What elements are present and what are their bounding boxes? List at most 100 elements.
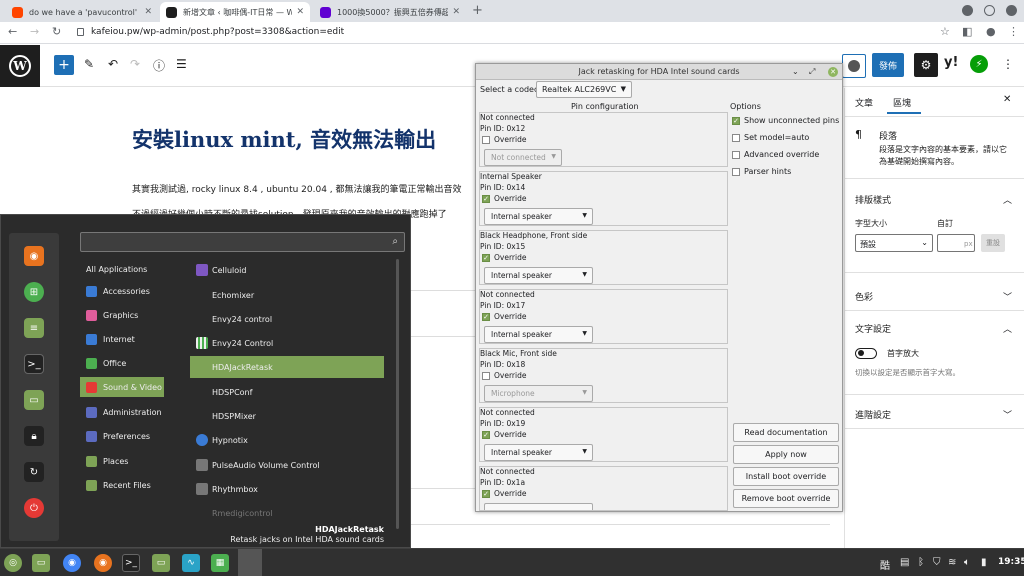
- volume-icon[interactable]: 🔈︎: [964, 557, 970, 568]
- install-boot-override-button[interactable]: Install boot override: [733, 467, 839, 486]
- apply-now-button[interactable]: Apply now: [733, 445, 839, 464]
- pin-function-select[interactable]: Internal speaker ▼: [484, 326, 593, 343]
- category-accessories[interactable]: Accessories: [80, 281, 164, 301]
- pencil-icon[interactable]: ✎: [84, 57, 94, 71]
- app-echomixer[interactable]: Echomixer: [190, 284, 384, 306]
- category-sound-video[interactable]: Sound & Video: [80, 377, 164, 397]
- close-icon[interactable]: ✕: [296, 7, 304, 17]
- more-options-icon[interactable]: ⋮: [1002, 57, 1014, 71]
- pin-function-select[interactable]: Internal speaker ▼: [484, 444, 593, 461]
- chevron-up-icon[interactable]: ︿: [1003, 193, 1012, 206]
- override-checkbox[interactable]: ✓ Override: [482, 312, 526, 321]
- option-show-unconnected[interactable]: ✓ Show unconnected pins: [732, 116, 839, 125]
- jetpack-icon[interactable]: ⚡: [970, 55, 988, 73]
- add-block-button[interactable]: +: [54, 55, 74, 75]
- spreadsheet-icon[interactable]: ▦: [211, 554, 229, 572]
- lock-screen-icon[interactable]: 🔒︎: [24, 426, 44, 446]
- chevron-down-icon[interactable]: ﹀: [1003, 290, 1012, 303]
- firefox-icon[interactable]: ◉: [94, 554, 112, 572]
- app-hdajackretask[interactable]: HDAJackRetask: [190, 356, 384, 378]
- battery-icon[interactable]: ▮: [981, 557, 987, 568]
- override-checkbox[interactable]: Override: [482, 371, 526, 380]
- category-internet[interactable]: Internet: [80, 329, 164, 349]
- app-hypnotix[interactable]: Hypnotix: [190, 429, 384, 451]
- info-icon[interactable]: ⓘ: [153, 57, 165, 74]
- wifi-icon[interactable]: ≋: [948, 557, 956, 568]
- override-checkbox[interactable]: ✓ Override: [482, 194, 526, 203]
- terminal-icon[interactable]: >_: [24, 354, 44, 374]
- settings-gear-icon[interactable]: ⚙: [914, 53, 938, 77]
- override-checkbox[interactable]: ✓ Override: [482, 430, 526, 439]
- close-icon[interactable]: ✕: [144, 7, 152, 17]
- menu-search-input[interactable]: ⌕: [80, 232, 405, 252]
- option-set-model-auto[interactable]: Set model=auto: [732, 133, 809, 142]
- pin-function-select[interactable]: Microphone ▼: [484, 385, 593, 402]
- pin-function-select[interactable]: [484, 503, 593, 510]
- browser-tab[interactable]: 1000換5000？振興五倍券傳超 ✕: [314, 2, 466, 22]
- category-office[interactable]: Office: [80, 353, 164, 373]
- extension-icon[interactable]: ◧: [962, 25, 972, 38]
- close-icon[interactable]: ✕: [828, 67, 838, 77]
- save-draft-button[interactable]: [842, 54, 866, 78]
- codec-select[interactable]: Realtek ALC269VC ▼: [536, 81, 632, 98]
- panel-typography[interactable]: 排版樣式: [855, 193, 891, 206]
- undo-icon[interactable]: ↶: [108, 57, 118, 71]
- lock-icon[interactable]: [77, 28, 84, 36]
- close-window-icon[interactable]: [1006, 5, 1017, 16]
- app-envy24-control-2[interactable]: Envy24 Control: [190, 332, 384, 354]
- app-hdspconf[interactable]: HDSPConf: [190, 381, 384, 403]
- clock[interactable]: 19:35: [998, 557, 1024, 567]
- category-recent-files[interactable]: Recent Files: [80, 475, 164, 495]
- firefox-icon[interactable]: ◉: [24, 246, 44, 266]
- drop-cap-toggle[interactable]: [855, 348, 877, 359]
- files-icon[interactable]: ▭: [152, 554, 170, 572]
- back-icon[interactable]: ←: [8, 25, 17, 38]
- settings-icon[interactable]: ≡: [24, 318, 44, 338]
- override-checkbox[interactable]: Override: [482, 135, 526, 144]
- read-documentation-button[interactable]: Read documentation: [733, 423, 839, 442]
- logout-icon[interactable]: ↻: [24, 462, 44, 482]
- bluetooth-icon[interactable]: ᛒ: [918, 557, 924, 568]
- app-rmedigicontrol[interactable]: Rmedigicontrol: [190, 502, 384, 524]
- post-title[interactable]: 安裝linux mint, 音效無法輸出: [132, 124, 436, 154]
- window-titlebar[interactable]: Jack retasking for HDA Intel sound cards…: [476, 64, 842, 80]
- new-tab-button[interactable]: +: [472, 3, 483, 18]
- category-all-applications[interactable]: All Applications: [80, 259, 164, 279]
- files-icon[interactable]: ▭: [24, 390, 44, 410]
- minimize-icon[interactable]: ⌄: [792, 67, 799, 76]
- tab-document[interactable]: 文章: [855, 96, 873, 109]
- app-pulseaudio-volume-control[interactable]: PulseAudio Volume Control: [190, 454, 384, 476]
- category-graphics[interactable]: Graphics: [80, 305, 164, 325]
- app-celluloid[interactable]: Celluloid: [190, 259, 384, 281]
- custom-size-input[interactable]: px: [937, 234, 975, 252]
- chrome-icon[interactable]: ◉: [63, 554, 81, 572]
- panel-text-settings[interactable]: 文字設定: [855, 322, 891, 335]
- pin-function-select[interactable]: Internal speaker ▼: [484, 208, 593, 225]
- category-preferences[interactable]: Preferences: [80, 426, 164, 446]
- option-advanced-override[interactable]: Advanced override: [732, 150, 819, 159]
- power-icon[interactable]: ⏻: [24, 498, 44, 518]
- app-envy24-control[interactable]: Envy24 control: [190, 308, 384, 330]
- pin-function-select[interactable]: Not connected ▼: [484, 149, 562, 166]
- url-field[interactable]: kafeiou.pw/wp-admin/post.php?post=3308&a…: [91, 27, 344, 37]
- tab-block[interactable]: 區塊: [893, 96, 911, 109]
- category-administration[interactable]: Administration: [80, 402, 164, 422]
- maximize-icon[interactable]: ⤢: [809, 67, 815, 77]
- panel-advanced[interactable]: 進階設定: [855, 408, 891, 421]
- browser-tab-active[interactable]: 新增文章 ‹ 咖啡偶-IT日常 — W ✕: [160, 2, 310, 22]
- panel-color[interactable]: 色彩: [855, 290, 873, 303]
- browser-menu-icon[interactable]: ⋮: [1008, 25, 1019, 38]
- close-sidebar-icon[interactable]: ✕: [1003, 94, 1011, 105]
- remove-boot-override-button[interactable]: Remove boot override: [733, 489, 839, 508]
- font-size-select[interactable]: 預設 ⌄: [855, 234, 933, 252]
- keyboard-icon[interactable]: ▤: [900, 557, 909, 568]
- chevron-up-icon[interactable]: ︿: [1003, 322, 1012, 335]
- redo-icon[interactable]: ↷: [130, 57, 140, 71]
- override-checkbox[interactable]: ✓ Override: [482, 489, 526, 498]
- mint-menu-icon[interactable]: ◎: [4, 554, 22, 572]
- profile-icon[interactable]: ●: [986, 25, 996, 38]
- running-app-icon[interactable]: [238, 549, 262, 576]
- category-places[interactable]: Places: [80, 451, 164, 471]
- forward-icon[interactable]: →: [30, 25, 39, 38]
- list-view-icon[interactable]: ☰: [176, 57, 187, 71]
